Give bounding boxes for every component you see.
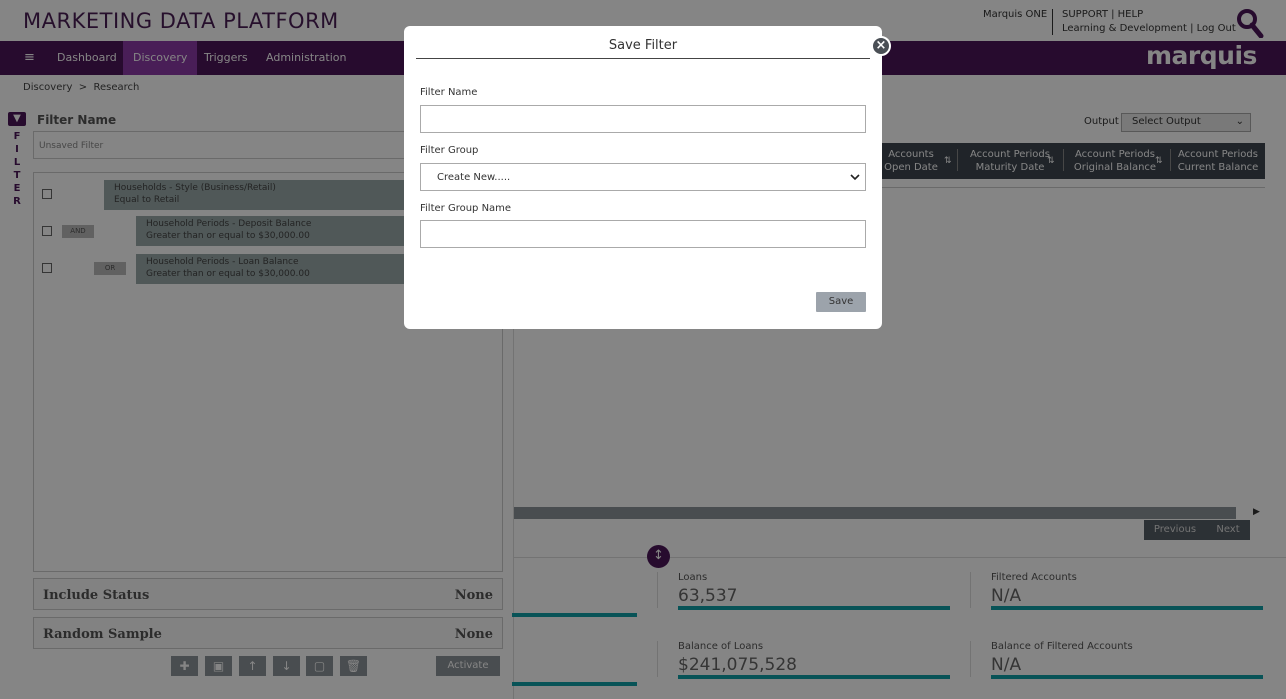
filter-group-name-label: Filter Group Name xyxy=(420,203,512,214)
save-filter-dialog: Save Filter × Filter Name Filter Group C… xyxy=(404,26,891,329)
divider xyxy=(416,58,870,59)
save-button[interactable]: Save xyxy=(816,292,866,312)
filter-name-label: Filter Name xyxy=(420,87,478,98)
filter-group-name-input[interactable] xyxy=(420,220,866,248)
filter-group-select[interactable]: Create New..... xyxy=(420,163,866,191)
chevron-down-icon xyxy=(850,174,860,181)
filter-group-label: Filter Group xyxy=(420,145,479,156)
dialog-title: Save Filter xyxy=(608,38,678,53)
filter-name-input[interactable] xyxy=(420,105,866,133)
close-icon[interactable]: × xyxy=(871,36,891,56)
filter-group-selected: Create New..... xyxy=(437,172,511,183)
